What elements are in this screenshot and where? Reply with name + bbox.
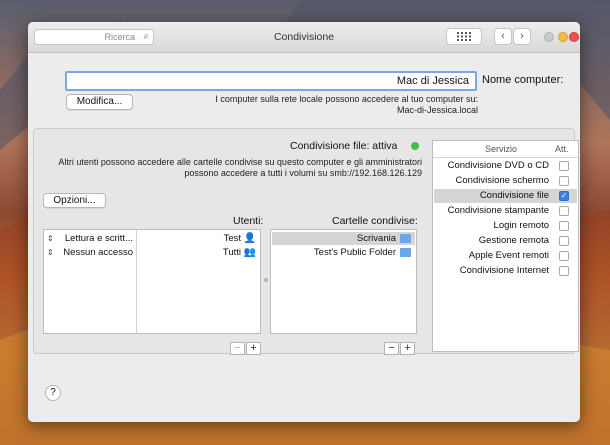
chevron-right-icon: › (520, 30, 524, 42)
add-folder-button[interactable]: + (400, 342, 415, 355)
file-sharing-description: Altri utenti possono accedere alle carte… (48, 157, 422, 179)
shared-folder-row[interactable]: Test's Public Folder (272, 246, 415, 259)
file-sharing-status: Condivisione file: attiva (290, 140, 398, 152)
shared-folders-label: Cartelle condivise: (332, 215, 418, 227)
services-list[interactable]: Servizio Att. Condivisione DVD o CD Condi… (432, 140, 579, 352)
service-label: Apple Event remoti (468, 250, 549, 261)
service-checkbox[interactable] (559, 236, 569, 246)
file-sharing-description-line2: possono accedere a tutti i volumi su smb… (184, 168, 422, 178)
user-name: Test (223, 233, 241, 244)
service-row[interactable]: Condivisione DVD o CD (434, 159, 577, 173)
show-all-grid-button[interactable] (446, 28, 482, 45)
computer-name-field[interactable]: Mac di Jessica (65, 71, 477, 91)
service-checkbox[interactable] (559, 251, 569, 261)
shared-folder-row[interactable]: Scrivania (272, 232, 415, 245)
user-row[interactable]: 👥 Tutti ⇕ Nessun accesso (45, 246, 259, 259)
options-button[interactable]: Opzioni... (43, 193, 106, 208)
service-row[interactable]: Condivisione Internet (434, 264, 577, 278)
service-label: Condivisione file (479, 190, 549, 201)
splitter-handle[interactable] (264, 278, 268, 282)
service-checkbox[interactable] (559, 266, 569, 276)
service-row[interactable]: Login remoto (434, 219, 577, 233)
group-icon: 👥 (243, 247, 256, 258)
add-user-button[interactable]: + (246, 342, 261, 355)
back-button[interactable]: ‹ (494, 28, 512, 45)
computer-name-value: Mac di Jessica (396, 75, 469, 87)
service-row[interactable]: Gestione remota (434, 234, 577, 248)
service-row[interactable]: Apple Event remoti (434, 249, 577, 263)
users-label: Utenti: (233, 215, 264, 227)
service-checkbox[interactable] (559, 221, 569, 231)
folder-icon (400, 248, 411, 257)
window-close-button[interactable] (569, 32, 579, 42)
sharing-window: Ricerca ⌕ Condivisione ‹ › Mac di Jessic… (28, 22, 580, 422)
computer-name-description: I computer sulla rete locale possono acc… (208, 94, 478, 116)
user-name: Tutti (222, 247, 241, 258)
shared-folders-list[interactable]: Scrivania Test's Public Folder (270, 229, 417, 334)
header-service: Servizio (485, 144, 518, 154)
service-checkbox[interactable] (559, 161, 569, 171)
help-button[interactable]: ? (45, 385, 61, 401)
shared-folder-name: Test's Public Folder (313, 247, 396, 258)
folder-icon (400, 234, 411, 243)
service-checkbox[interactable] (559, 176, 569, 186)
edit-name-button[interactable]: Modifica... (66, 94, 133, 110)
popup-arrows-icon: ⇕ (47, 234, 54, 243)
user-row[interactable]: 👤 Test ⇕ Lettura e scritt... (45, 232, 259, 245)
status-indicator-icon (411, 142, 419, 150)
chevron-left-icon: ‹ (501, 30, 505, 42)
computer-name-section: Mac di Jessica Nome computer: I computer… (28, 53, 580, 125)
users-list[interactable]: 👤 Test ⇕ Lettura e scritt... 👥 Tutti ⇕ Nessun a… (43, 229, 261, 334)
remove-user-button[interactable]: − (230, 342, 245, 355)
title-bar: Ricerca ⌕ Condivisione ‹ › (28, 22, 580, 53)
remove-folder-button[interactable]: − (384, 342, 399, 355)
computer-name-label: Nome computer: (482, 74, 564, 86)
service-label: Condivisione stampante (447, 205, 549, 216)
file-sharing-description-line1: Altri utenti possono accedere alle carte… (58, 157, 422, 167)
service-checkbox[interactable]: ✓ (559, 191, 569, 201)
user-icon: 👤 (243, 233, 256, 244)
service-label: Condivisione DVD o CD (447, 160, 549, 171)
permission-label: Nessun accesso (63, 247, 133, 258)
service-label: Condivisione Internet (459, 265, 549, 276)
service-row[interactable]: Condivisione file ✓ (434, 189, 577, 203)
service-label: Condivisione schermo (455, 175, 549, 186)
service-row[interactable]: Condivisione stampante (434, 204, 577, 218)
grid-icon (457, 32, 471, 41)
permission-label: Lettura e scritt... (64, 233, 133, 244)
service-row[interactable]: Condivisione schermo (434, 174, 577, 188)
forward-button[interactable]: › (513, 28, 531, 45)
service-checkbox[interactable] (559, 206, 569, 216)
popup-arrows-icon: ⇕ (47, 248, 54, 257)
computer-name-description-line1: I computer sulla rete locale possono acc… (215, 94, 478, 104)
service-label: Login remoto (493, 220, 549, 231)
window-zoom-button[interactable] (544, 32, 554, 42)
service-label: Gestione remota (478, 235, 549, 246)
computer-name-description-line2: Mac-di-Jessica.local (396, 105, 478, 115)
shared-folder-name: Scrivania (356, 233, 396, 244)
services-header: Servizio Att. (433, 141, 578, 158)
header-on: Att. (555, 144, 569, 154)
window-minimize-button[interactable] (558, 32, 568, 42)
